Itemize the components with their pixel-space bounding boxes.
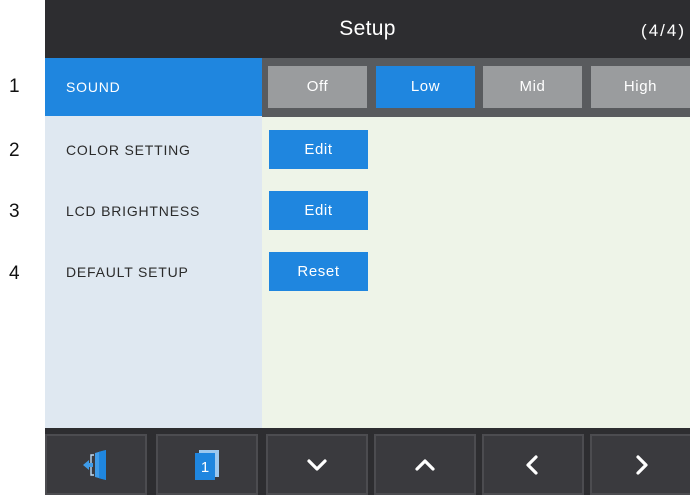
chevron-right-icon (636, 454, 648, 475)
previous-page-button[interactable] (482, 434, 584, 495)
page-indicator-icon: 1 (195, 449, 219, 480)
row-number-3: 3 (9, 201, 20, 222)
sound-option-bar: Off Low Mid High (262, 58, 690, 117)
sidebar-item-sound[interactable]: SOUND (45, 58, 262, 116)
page-counter: (4/4) (641, 21, 686, 40)
page-indicator-button[interactable]: 1 (156, 434, 258, 495)
header: Setup (4/4) (45, 0, 690, 58)
sidebar-item-label: LCD BRIGHTNESS (66, 203, 201, 219)
sound-low-button[interactable]: Low (376, 66, 475, 108)
sidebar-item-label: DEFAULT SETUP (66, 264, 189, 280)
color-setting-edit-button[interactable]: Edit (269, 130, 368, 169)
sidebar-item-label: COLOR SETTING (66, 142, 191, 158)
sound-mid-button[interactable]: Mid (483, 66, 582, 108)
sidebar-item-label: SOUND (66, 79, 121, 95)
lcd-brightness-edit-button[interactable]: Edit (269, 191, 368, 230)
page-title: Setup (339, 17, 396, 40)
scroll-down-button[interactable] (266, 434, 368, 495)
chevron-down-icon (307, 458, 327, 471)
sidebar-item-lcd-brightness[interactable]: LCD BRIGHTNESS (45, 182, 262, 240)
sidebar-item-color-setting[interactable]: COLOR SETTING (45, 121, 262, 179)
scroll-up-button[interactable] (374, 434, 476, 495)
chevron-up-icon (415, 458, 435, 471)
exit-door-icon (83, 449, 106, 480)
sound-high-button[interactable]: High (591, 66, 690, 108)
footer-toolbar: 1 (45, 428, 690, 495)
settings-sidebar: SOUND COLOR SETTING LCD BRIGHTNESS DEFAU… (45, 58, 262, 428)
next-page-button[interactable] (590, 434, 690, 495)
exit-button[interactable] (45, 434, 147, 495)
row-number-4: 4 (9, 263, 20, 284)
row-number-2: 2 (9, 140, 20, 161)
page-indicator-number: 1 (201, 459, 209, 476)
chevron-left-icon (526, 454, 538, 475)
default-setup-reset-button[interactable]: Reset (269, 252, 368, 291)
row-number-1: 1 (9, 76, 20, 97)
sidebar-item-default-setup[interactable]: DEFAULT SETUP (45, 243, 262, 301)
device-screen: Setup (4/4) SOUND COLOR SETTING LCD BRIG… (45, 0, 690, 495)
sound-off-button[interactable]: Off (268, 66, 367, 108)
